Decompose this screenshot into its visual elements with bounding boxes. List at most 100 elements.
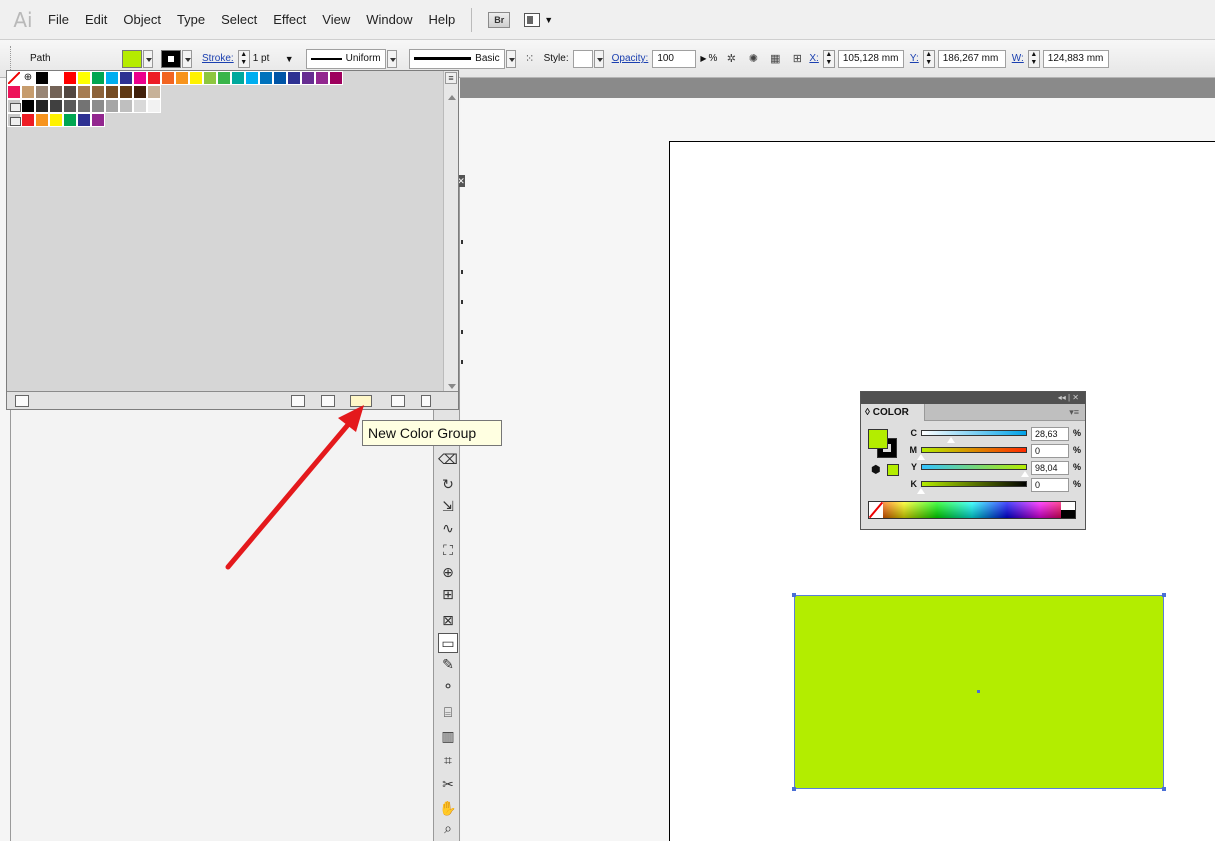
swatch-row1-16[interactable] — [259, 71, 273, 85]
scale-tool-icon[interactable]: ⇲ — [438, 497, 458, 517]
brush-options-icon[interactable]: ⁙ — [522, 51, 538, 67]
channel-value-input[interactable]: 0 — [1031, 478, 1069, 492]
symbol-sprayer-tool-icon[interactable]: ⌸ — [438, 703, 458, 723]
channel-slider-track[interactable] — [921, 447, 1027, 453]
swatch-libraries-menu-icon[interactable] — [15, 395, 29, 407]
anchor-point[interactable] — [1162, 593, 1166, 597]
fill-swatch[interactable] — [122, 49, 142, 68]
scroll-down-icon[interactable] — [448, 384, 456, 389]
trash-icon[interactable] — [421, 395, 431, 407]
swatch-row3-8[interactable] — [133, 99, 147, 113]
x-input[interactable]: 105,128 mm — [837, 49, 904, 68]
w-input[interactable]: 124,883 mm — [1042, 49, 1109, 68]
swatch-row1-12[interactable] — [203, 71, 217, 85]
color-group-folder-icon[interactable] — [7, 99, 21, 113]
graph-tool-icon[interactable]: ▥ — [438, 727, 458, 747]
menu-effect[interactable]: Effect — [265, 8, 314, 32]
swatch-row2-1[interactable] — [21, 85, 35, 99]
swatch-row2-6[interactable] — [91, 85, 105, 99]
scroll-up-icon[interactable] — [448, 95, 456, 100]
swatch-row4-4[interactable] — [77, 113, 91, 127]
x-link[interactable]: X: — [809, 53, 818, 64]
warp-tool-icon[interactable]: ∿ — [438, 519, 458, 539]
x-stepper[interactable]: ▲ ▼ — [822, 49, 835, 68]
swatch-row3-5[interactable] — [91, 99, 105, 113]
swatch-row2-0[interactable] — [7, 85, 21, 99]
variable-width-profile[interactable]: Uniform — [305, 48, 386, 69]
triangle-right-icon[interactable]: ▶ — [700, 54, 706, 63]
menu-view[interactable]: View — [314, 8, 358, 32]
mesh-tool-icon[interactable]: ⊠ — [438, 611, 458, 631]
menu-edit[interactable]: Edit — [77, 8, 115, 32]
swatch-row1-18[interactable] — [287, 71, 301, 85]
style-dropdown[interactable] — [593, 49, 604, 68]
slider-thumb-icon[interactable] — [1020, 471, 1029, 477]
swatch-row1-14[interactable] — [231, 71, 245, 85]
new-swatch-icon[interactable] — [391, 395, 405, 407]
swatch-row1-5[interactable] — [105, 71, 119, 85]
color-panel-tab[interactable]: ◊ COLOR — [861, 404, 925, 421]
center-point[interactable] — [977, 690, 980, 693]
anchor-point[interactable] — [1162, 787, 1166, 791]
y-stepper[interactable]: ▲ ▼ — [922, 49, 935, 68]
opacity-input[interactable]: 100 — [652, 49, 697, 68]
free-transform-tool-icon[interactable]: ⛶ — [438, 541, 458, 561]
swatches-scrollbar[interactable] — [443, 71, 458, 393]
swatch-row1-7[interactable] — [133, 71, 147, 85]
swatch-options-icon[interactable] — [321, 395, 335, 407]
style-swatch[interactable] — [572, 49, 593, 68]
chevron-down-icon[interactable]: ▼ — [285, 54, 294, 64]
eraser-tool-icon[interactable]: ⌫ — [438, 450, 458, 470]
channel-value-input[interactable]: 0 — [1031, 444, 1069, 458]
swatch-row3-7[interactable] — [119, 99, 133, 113]
menu-object[interactable]: Object — [115, 8, 169, 32]
swatch-row2-7[interactable] — [105, 85, 119, 99]
swatch-row1-19[interactable] — [301, 71, 315, 85]
profile-dropdown[interactable] — [386, 49, 397, 68]
menu-file[interactable]: File — [40, 8, 77, 32]
swatch-row1-9[interactable] — [161, 71, 175, 85]
swatch-row4-1[interactable] — [35, 113, 49, 127]
fill-dropdown[interactable] — [143, 49, 153, 68]
anchor-point[interactable] — [792, 787, 796, 791]
anchor-point[interactable] — [792, 593, 796, 597]
menu-help[interactable]: Help — [420, 8, 463, 32]
artboard-tool-icon[interactable]: ⌗ — [438, 751, 458, 771]
panel-menu-icon[interactable]: ≡ — [445, 72, 457, 84]
none-color-icon[interactable] — [869, 502, 883, 518]
swatch-row2-5[interactable] — [77, 85, 91, 99]
black-white-swatch[interactable] — [1061, 502, 1075, 518]
swatch-row3-3[interactable] — [63, 99, 77, 113]
opacity-link[interactable]: Opacity: — [612, 53, 649, 64]
channel-value-input[interactable]: 98,04 — [1031, 461, 1069, 475]
color-group-folder-icon[interactable] — [7, 113, 21, 127]
recolor-artwork-icon[interactable]: ✲ — [723, 51, 739, 67]
new-color-group-icon[interactable] — [350, 395, 372, 407]
swatch-row1-2[interactable] — [63, 71, 77, 85]
stroke-dropdown[interactable] — [182, 49, 192, 68]
swatch-row3-0[interactable] — [21, 99, 35, 113]
swatch-row2-3[interactable] — [49, 85, 63, 99]
stroke-weight-stepper[interactable]: ▲ ▼ — [237, 49, 250, 68]
swatch-row4-3[interactable] — [63, 113, 77, 127]
w-link[interactable]: W: — [1012, 53, 1024, 64]
stroke-link[interactable]: Stroke: — [202, 53, 234, 64]
swatch-row1-0[interactable] — [35, 71, 49, 85]
swatch-row3-1[interactable] — [35, 99, 49, 113]
swatch-row1-3[interactable] — [77, 71, 91, 85]
brush-dropdown[interactable] — [505, 49, 516, 68]
swatch-row1-10[interactable] — [175, 71, 189, 85]
menu-type[interactable]: Type — [169, 8, 213, 32]
rotate-tool-icon[interactable]: ↻ — [438, 475, 458, 495]
perspective-grid-tool-icon[interactable]: ⊞ — [438, 585, 458, 605]
brush-definition[interactable]: Basic — [408, 48, 505, 69]
menu-select[interactable]: Select — [213, 8, 265, 32]
swatch-row3-9[interactable] — [147, 99, 161, 113]
fill-box[interactable] — [868, 429, 888, 449]
eyedropper-tool-icon[interactable]: ✎ — [438, 655, 458, 675]
workspace-switcher[interactable]: ▼ — [524, 12, 553, 27]
stroke-swatch[interactable] — [161, 49, 181, 68]
none-swatch[interactable] — [7, 71, 21, 85]
w-stepper[interactable]: ▲ ▼ — [1027, 49, 1040, 68]
out-of-gamut-cube-icon[interactable]: ⬢ — [871, 463, 881, 476]
